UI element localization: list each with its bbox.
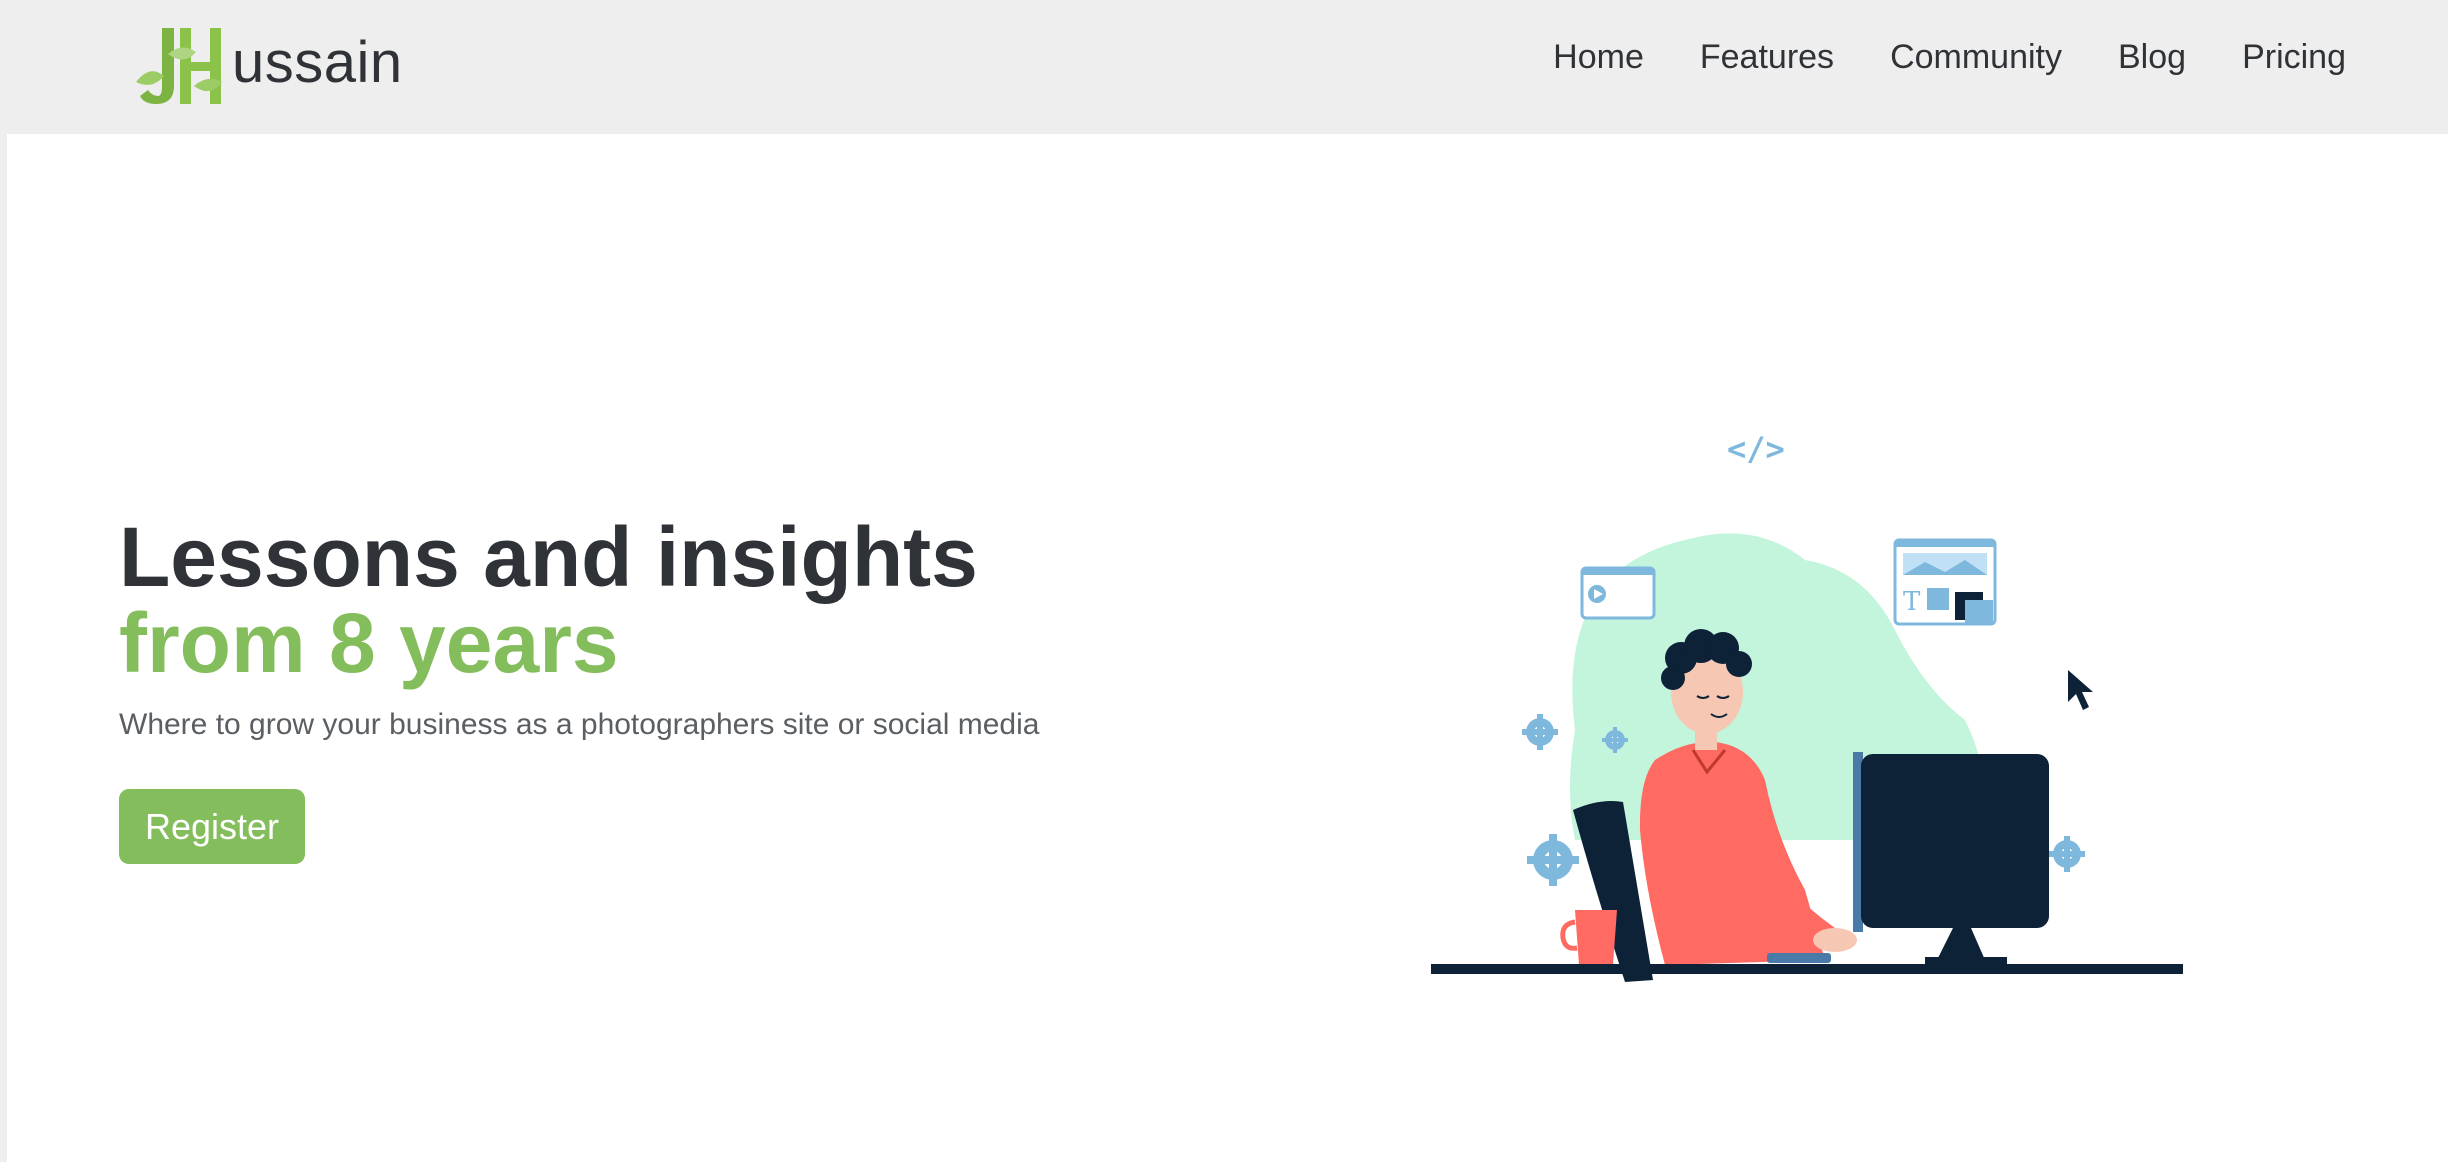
gear-icon xyxy=(1522,714,1558,750)
navbar: ussain Home Features Community Blog Pric… xyxy=(7,0,2448,134)
hero-title-line1: Lessons and insights xyxy=(119,510,978,604)
hero-illustration: </> T xyxy=(1431,430,2183,982)
code-tag-icon: </> xyxy=(1727,430,1785,468)
nav-home[interactable]: Home xyxy=(1553,38,1644,77)
main-nav: Home Features Community Blog Pricing xyxy=(1497,38,2346,77)
coffee-mug xyxy=(1560,910,1617,965)
nav-features[interactable]: Features xyxy=(1700,38,1834,77)
keyboard xyxy=(1767,953,1831,963)
video-window-icon xyxy=(1580,566,1656,620)
logo[interactable]: ussain xyxy=(130,24,403,114)
mouse-cursor-icon xyxy=(2068,670,2093,710)
logo-text: ussain xyxy=(232,29,403,95)
computer-monitor xyxy=(1853,752,2049,965)
leaf-monogram-logo-icon xyxy=(136,28,222,104)
nav-community[interactable]: Community xyxy=(1890,38,2062,77)
svg-text:T: T xyxy=(1903,587,1921,617)
hero-title: Lessons and insights from 8 years xyxy=(119,514,978,686)
hero-subtitle: Where to grow your business as a photogr… xyxy=(119,708,1040,741)
desk xyxy=(1431,964,2183,974)
gear-icon xyxy=(1527,834,1579,886)
hero-title-line2: from 8 years xyxy=(119,596,619,690)
nav-blog[interactable]: Blog xyxy=(2118,38,2186,77)
gear-icon xyxy=(2049,836,2085,872)
page: ussain Home Features Community Blog Pric… xyxy=(0,0,2448,1162)
nav-pricing[interactable]: Pricing xyxy=(2242,38,2346,77)
register-button[interactable]: Register xyxy=(119,789,305,864)
image-editor-window-icon: T xyxy=(1893,538,1997,626)
